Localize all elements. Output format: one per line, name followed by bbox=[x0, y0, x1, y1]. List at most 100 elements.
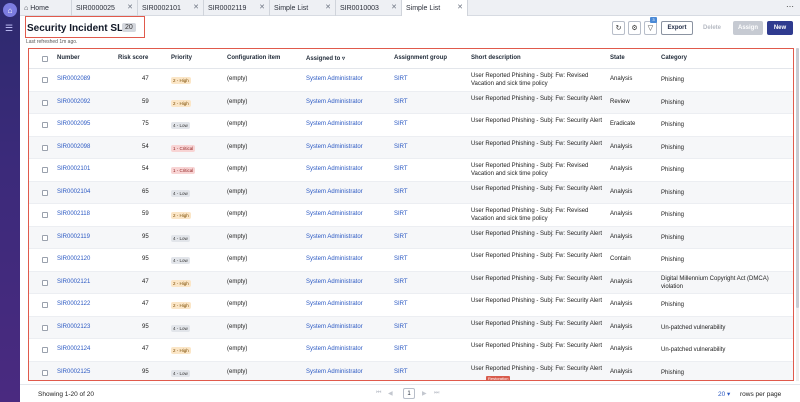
tab-sir0010003[interactable]: SIR0010003 ✕ bbox=[336, 0, 402, 16]
table-row[interactable]: SIR0002101 54 1 - Critical (empty) Syste… bbox=[29, 159, 793, 182]
refresh-button[interactable]: ↻ bbox=[612, 21, 625, 35]
filter-button[interactable]: ▽ bbox=[644, 21, 657, 35]
more-options-icon[interactable]: ⋯ bbox=[786, 2, 794, 11]
column-header-category[interactable]: Category bbox=[661, 55, 687, 61]
table-row[interactable]: SIR0002123 95 4 - Low (empty) System Adm… bbox=[29, 316, 793, 339]
assignment-group-link[interactable]: SIRT bbox=[394, 301, 408, 307]
tab-sir0000025[interactable]: SIR0000025 ✕ bbox=[72, 0, 138, 16]
assigned-to-link[interactable]: System Administrator bbox=[306, 121, 363, 127]
table-row[interactable]: SIR0002104 65 4 - Low (empty) System Adm… bbox=[29, 181, 793, 204]
assignment-group-link[interactable]: SIRT bbox=[394, 121, 408, 127]
row-checkbox[interactable] bbox=[42, 347, 48, 353]
row-checkbox[interactable] bbox=[42, 324, 48, 331]
scrollbar-thumb[interactable] bbox=[796, 48, 799, 308]
column-header-risk-score[interactable]: Risk score bbox=[118, 55, 148, 61]
assignment-group-link[interactable]: SIRT bbox=[394, 346, 408, 352]
incident-number-link[interactable]: SIR0002098 bbox=[57, 144, 90, 150]
row-checkbox[interactable] bbox=[42, 279, 48, 286]
column-header-short-description[interactable]: Short description bbox=[471, 55, 521, 61]
incident-number-link[interactable]: SIR0002119 bbox=[57, 234, 90, 240]
assigned-to-link[interactable]: System Administrator bbox=[306, 301, 363, 307]
assignment-group-link[interactable]: SIRT bbox=[394, 234, 408, 240]
close-icon[interactable]: ✕ bbox=[325, 3, 331, 11]
assigned-to-link[interactable]: System Administrator bbox=[306, 234, 363, 240]
assignment-group-link[interactable]: SIRT bbox=[394, 279, 408, 285]
row-checkbox[interactable] bbox=[42, 77, 48, 83]
incident-number-link[interactable]: SIR0002121 bbox=[57, 279, 90, 285]
first-page-icon[interactable]: ⏮ bbox=[376, 390, 381, 397]
table-row[interactable]: SIR0002118 59 2 - High (empty) System Ad… bbox=[29, 204, 793, 227]
table-row[interactable]: SIR0002125 95 4 - Low (empty) System Adm… bbox=[29, 361, 793, 380]
assigned-to-link[interactable]: System Administrator bbox=[306, 99, 363, 105]
column-header-assigned-to[interactable]: Assigned to ▿ bbox=[306, 55, 345, 62]
incident-number-link[interactable]: SIR0002122 bbox=[57, 301, 90, 307]
incident-number-link[interactable]: SIR0002118 bbox=[57, 211, 90, 217]
assigned-to-link[interactable]: System Administrator bbox=[306, 279, 363, 285]
assignment-group-link[interactable]: SIRT bbox=[394, 189, 408, 195]
table-row[interactable]: SIR0002119 95 4 - Low (empty) System Adm… bbox=[29, 226, 793, 249]
column-header-configuration-item[interactable]: Configuration item bbox=[227, 55, 280, 61]
row-checkbox[interactable] bbox=[42, 369, 48, 376]
row-checkbox[interactable] bbox=[42, 122, 48, 128]
incident-number-link[interactable]: SIR0002120 bbox=[57, 256, 90, 262]
row-checkbox[interactable] bbox=[42, 302, 48, 308]
assigned-to-link[interactable]: System Administrator bbox=[306, 324, 363, 330]
tab-home[interactable]: ⌂ Home bbox=[20, 0, 72, 16]
vertical-scrollbar[interactable] bbox=[796, 48, 799, 381]
incident-number-link[interactable]: SIR0002125 bbox=[57, 369, 90, 375]
tab-simple-list-2[interactable]: Simple List ✕ bbox=[402, 0, 468, 16]
select-all-checkbox[interactable] bbox=[42, 56, 48, 62]
row-checkbox[interactable] bbox=[42, 257, 48, 263]
incident-number-link[interactable]: SIR0002104 bbox=[57, 189, 90, 195]
incident-number-link[interactable]: SIR0002089 bbox=[57, 76, 90, 82]
row-checkbox[interactable] bbox=[42, 212, 48, 218]
assigned-to-link[interactable]: System Administrator bbox=[306, 211, 363, 217]
rows-per-page-select[interactable]: 20 ▾ bbox=[718, 390, 730, 398]
table-row[interactable]: SIR0002121 47 2 - High (empty) System Ad… bbox=[29, 271, 793, 294]
incident-number-link[interactable]: SIR0002095 bbox=[57, 121, 90, 127]
next-page-icon[interactable]: ▶ bbox=[422, 390, 427, 397]
close-icon[interactable]: ✕ bbox=[391, 3, 397, 11]
home-logo-icon[interactable]: ⌂ bbox=[3, 3, 17, 17]
close-icon[interactable]: ✕ bbox=[259, 3, 265, 11]
table-row[interactable]: SIR0002122 47 2 - High (empty) System Ad… bbox=[29, 294, 793, 317]
assignment-group-link[interactable]: SIRT bbox=[394, 76, 408, 82]
assigned-to-link[interactable]: System Administrator bbox=[306, 346, 363, 352]
export-button[interactable]: Export bbox=[661, 21, 693, 35]
incident-number-link[interactable]: SIR0002092 bbox=[57, 99, 90, 105]
row-checkbox[interactable] bbox=[42, 234, 48, 241]
column-header-number[interactable]: Number bbox=[57, 55, 80, 61]
assignment-group-link[interactable]: SIRT bbox=[394, 256, 408, 262]
table-row[interactable]: SIR0002092 59 2 - High (empty) System Ad… bbox=[29, 91, 793, 114]
row-checkbox[interactable] bbox=[42, 144, 48, 151]
settings-button[interactable]: ⚙ bbox=[628, 21, 641, 35]
row-checkbox[interactable] bbox=[42, 189, 48, 196]
assignment-group-link[interactable]: SIRT bbox=[394, 144, 408, 150]
incident-number-link[interactable]: SIR0002124 bbox=[57, 346, 90, 352]
assignment-group-link[interactable]: SIRT bbox=[394, 324, 408, 330]
close-icon[interactable]: ✕ bbox=[457, 3, 463, 11]
table-row[interactable]: SIR0002098 54 1 - Critical (empty) Syste… bbox=[29, 136, 793, 159]
incident-number-link[interactable]: SIR0002101 bbox=[57, 166, 90, 172]
row-checkbox[interactable] bbox=[42, 99, 48, 106]
assign-button[interactable]: Assign bbox=[733, 21, 763, 35]
assigned-to-link[interactable]: System Administrator bbox=[306, 166, 363, 172]
assignment-group-link[interactable]: SIRT bbox=[394, 166, 408, 172]
tab-simple-list-1[interactable]: Simple List ✕ bbox=[270, 0, 336, 16]
assignment-group-link[interactable]: SIRT bbox=[394, 369, 408, 375]
close-icon[interactable]: ✕ bbox=[127, 3, 133, 11]
assigned-to-link[interactable]: System Administrator bbox=[306, 76, 363, 82]
assigned-to-link[interactable]: System Administrator bbox=[306, 369, 363, 375]
table-row[interactable]: SIR0002095 75 4 - Low (empty) System Adm… bbox=[29, 114, 793, 137]
table-row[interactable]: SIR0002120 95 4 - Low (empty) System Adm… bbox=[29, 249, 793, 272]
tab-sir0002119[interactable]: SIR0002119 ✕ bbox=[204, 0, 270, 16]
current-page-button[interactable]: 1 bbox=[403, 388, 415, 399]
column-header-state[interactable]: State bbox=[610, 55, 625, 61]
column-header-priority[interactable]: Priority bbox=[171, 55, 192, 61]
last-page-icon[interactable]: ⏭ bbox=[434, 390, 439, 397]
tab-sir0002101[interactable]: SIR0002101 ✕ bbox=[138, 0, 204, 16]
table-row[interactable]: SIR0002089 47 2 - High (empty) System Ad… bbox=[29, 69, 793, 92]
table-row[interactable]: SIR0002124 47 2 - High (empty) System Ad… bbox=[29, 339, 793, 362]
new-button[interactable]: New bbox=[767, 21, 793, 35]
close-icon[interactable]: ✕ bbox=[193, 3, 199, 11]
